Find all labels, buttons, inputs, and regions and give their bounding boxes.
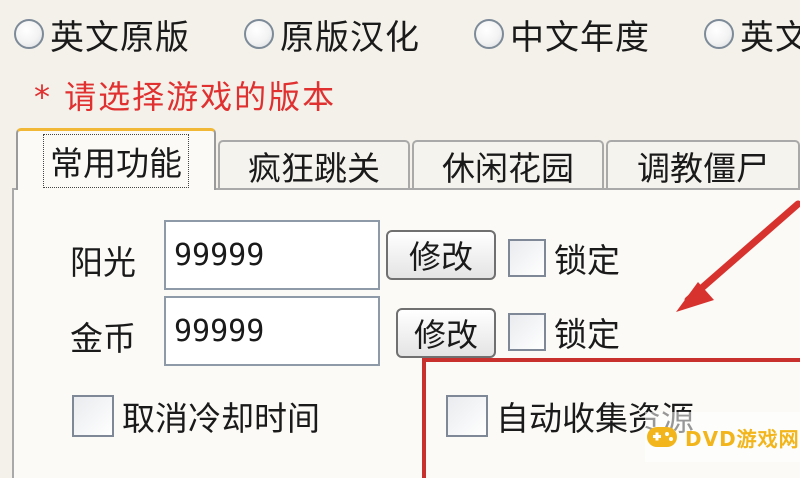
checkbox-label: 锁定: [554, 241, 620, 280]
coin-label: 金币: [70, 319, 136, 358]
tab-level-skip[interactable]: 疯狂跳关: [218, 140, 410, 190]
tab-label: 常用功能: [43, 133, 189, 188]
checkbox-label: 锁定: [554, 315, 620, 354]
checkbox-box[interactable]: [508, 239, 546, 277]
radio-circle[interactable]: [704, 19, 734, 49]
sun-modify-button[interactable]: 修改: [386, 230, 496, 280]
tab-train-zombies[interactable]: 调教僵尸: [606, 140, 800, 190]
version-radio-original-chinese[interactable]: 原版汉化: [244, 6, 420, 62]
checkbox-box[interactable]: [508, 313, 546, 351]
version-radio-group: 英文原版 原版汉化 中文年度 英文: [0, 6, 800, 62]
coin-modify-button[interactable]: 修改: [396, 308, 496, 358]
radio-label: 中文年度: [510, 17, 650, 58]
version-radio-chinese-annual[interactable]: 中文年度: [474, 6, 650, 62]
tab-label: 疯狂跳关: [248, 149, 380, 188]
version-hint: * 请选择游戏的版本: [34, 78, 337, 116]
checkbox-label: 取消冷却时间: [122, 399, 320, 438]
checkbox-box[interactable]: [72, 395, 114, 437]
sun-lock-checkbox[interactable]: 锁定: [508, 234, 620, 282]
site-watermark: DVD游戏网: [645, 412, 800, 462]
radio-label: 英文: [740, 17, 800, 58]
no-cooldown-checkbox[interactable]: 取消冷却时间: [72, 392, 320, 440]
version-radio-english[interactable]: 英文: [704, 6, 800, 62]
coin-input[interactable]: 99999: [164, 296, 380, 366]
gamepad-icon: [647, 427, 677, 447]
tab-label: 休闲花园: [442, 149, 574, 188]
version-radio-english-original[interactable]: 英文原版: [14, 6, 190, 62]
sun-input[interactable]: 99999: [164, 220, 380, 290]
radio-circle[interactable]: [474, 19, 504, 49]
tab-common-functions[interactable]: 常用功能: [16, 128, 216, 190]
radio-label: 原版汉化: [280, 17, 420, 58]
coin-lock-checkbox[interactable]: 锁定: [508, 308, 620, 356]
radio-label: 英文原版: [50, 17, 190, 58]
radio-circle[interactable]: [14, 19, 44, 49]
red-arrow-icon: [676, 200, 800, 312]
watermark-text: DVD游戏网: [685, 426, 800, 451]
radio-circle[interactable]: [244, 19, 274, 49]
sun-label: 阳光: [70, 243, 136, 282]
tab-label: 调教僵尸: [637, 149, 769, 188]
tab-zen-garden[interactable]: 休闲花园: [412, 140, 604, 190]
checkbox-box[interactable]: [446, 395, 488, 437]
